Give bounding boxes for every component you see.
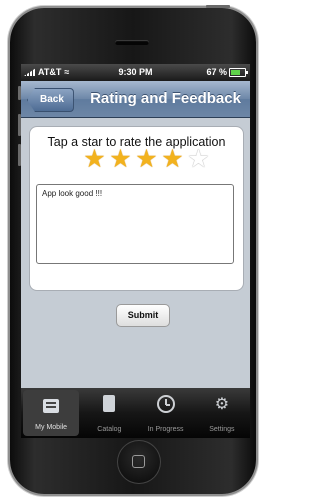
star-filled-icon[interactable]: ★ bbox=[134, 147, 159, 172]
my-mobile-icon bbox=[43, 399, 60, 413]
star-rating[interactable]: ★ ★ ★ ★ ★ bbox=[82, 147, 212, 173]
tab-catalog[interactable]: Catalog bbox=[81, 388, 137, 438]
power-button bbox=[206, 5, 230, 8]
back-button[interactable]: Back bbox=[27, 88, 74, 112]
battery-icon bbox=[229, 67, 248, 77]
home-button[interactable] bbox=[117, 440, 161, 484]
gear-icon: ⚙ bbox=[214, 396, 230, 413]
navigation-bar: Back Rating and Feedback bbox=[21, 81, 250, 118]
page-title: Rating and Feedback bbox=[90, 90, 241, 107]
star-filled-icon[interactable]: ★ bbox=[108, 147, 133, 172]
star-filled-icon[interactable]: ★ bbox=[160, 147, 185, 172]
screen: AT&T ≈ 9:30 PM 67 % Back Rating and Feed… bbox=[21, 64, 250, 438]
home-square-icon bbox=[132, 455, 145, 468]
status-bar: AT&T ≈ 9:30 PM 67 % bbox=[21, 64, 250, 81]
clock-icon bbox=[156, 395, 175, 413]
rating-card: Tap a star to rate the application ★ ★ ★ ★ ★… bbox=[29, 126, 244, 291]
earpiece bbox=[115, 40, 149, 45]
star-empty-icon[interactable]: ★ bbox=[186, 147, 211, 172]
tab-label: Catalog bbox=[97, 426, 122, 433]
status-right: 67 % bbox=[206, 67, 248, 77]
tab-label: Settings bbox=[209, 426, 235, 433]
star-filled-icon[interactable]: ★ bbox=[82, 147, 107, 172]
catalog-icon bbox=[103, 395, 116, 412]
tab-label: In Progress bbox=[147, 426, 184, 433]
feedback-textarea[interactable]: App look good !!! bbox=[36, 184, 234, 264]
tab-my-mobile[interactable]: My Mobile bbox=[23, 390, 80, 436]
tab-label: My Mobile bbox=[35, 424, 68, 431]
tab-in-progress[interactable]: In Progress bbox=[138, 388, 194, 438]
tab-settings[interactable]: ⚙ Settings bbox=[194, 388, 250, 438]
tab-bar: My Mobile Catalog In Progress ⚙ Settings bbox=[21, 388, 250, 438]
battery-percent: 67 % bbox=[206, 67, 227, 77]
submit-button[interactable]: Submit bbox=[116, 304, 170, 327]
